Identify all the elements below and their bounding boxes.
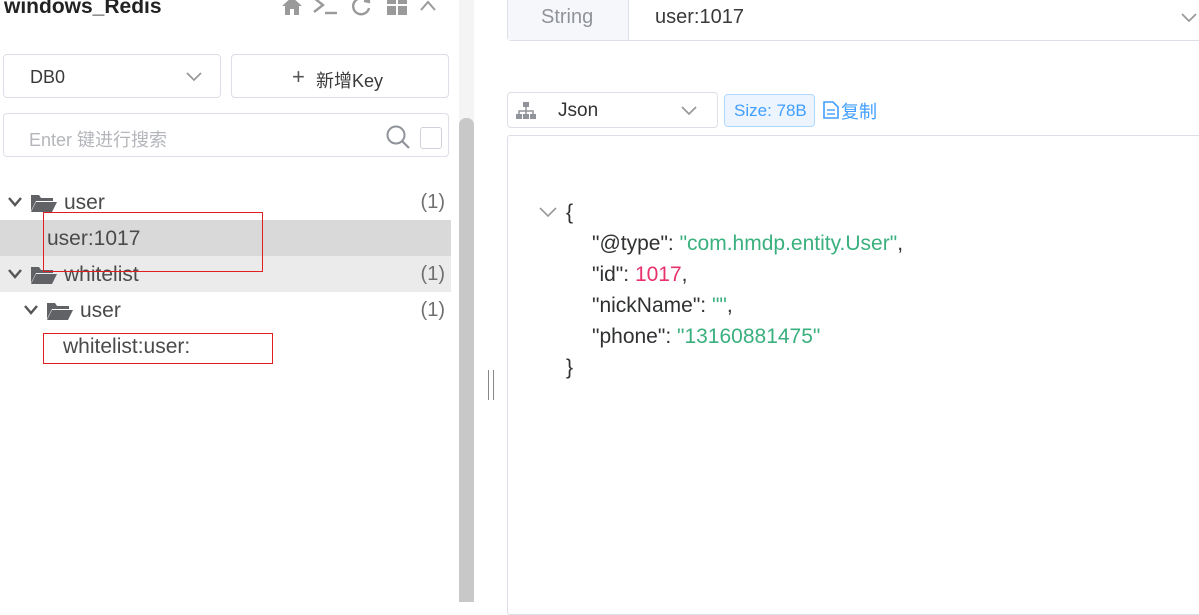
chevron-down-icon[interactable] bbox=[7, 195, 23, 214]
json-open-brace: { bbox=[566, 201, 574, 224]
tree-count: (1) bbox=[420, 263, 445, 285]
tree-label: whitelist:user: bbox=[63, 335, 191, 358]
json-value: "13160881475" bbox=[676, 325, 821, 348]
tree-label: user bbox=[80, 299, 121, 322]
chevron-down-icon bbox=[679, 103, 699, 124]
folder-open-icon bbox=[46, 301, 74, 326]
copy-label: 复制 bbox=[841, 102, 877, 122]
tree-count: (1) bbox=[420, 299, 445, 321]
connection-title: windows_Redis bbox=[4, 0, 162, 18]
json-line: "phone": "13160881475" bbox=[592, 325, 820, 349]
add-key-button[interactable]: + 新增Key bbox=[231, 54, 449, 98]
json-line: "id": 1017, bbox=[592, 263, 688, 287]
type-label: String bbox=[541, 6, 594, 28]
search-icon[interactable] bbox=[385, 124, 411, 155]
json-line: "@type": "com.hmdp.entity.User", bbox=[592, 232, 903, 256]
format-value: Json bbox=[558, 100, 599, 121]
chevron-down-icon[interactable] bbox=[23, 303, 39, 322]
tree-key-user-1017[interactable]: user:1017 bbox=[0, 220, 451, 256]
tree-label: whitelist bbox=[64, 263, 139, 286]
json-line: "nickName": "", bbox=[592, 294, 733, 318]
scrollbar-thumb[interactable] bbox=[459, 118, 474, 602]
refresh-icon[interactable] bbox=[349, 0, 373, 20]
json-viewer[interactable] bbox=[507, 135, 1199, 615]
resize-handle[interactable] bbox=[488, 370, 494, 400]
json-colon: : bbox=[700, 294, 712, 317]
chevron-down-icon bbox=[184, 67, 204, 92]
json-value: "" bbox=[711, 294, 727, 317]
json-colon: : bbox=[665, 325, 677, 348]
json-key: "@type" bbox=[592, 232, 668, 255]
db-select[interactable]: DB0 bbox=[3, 54, 221, 98]
tree-folder-whitelist[interactable]: whitelist (1) bbox=[0, 256, 451, 292]
tree-key-whitelist-user[interactable]: whitelist:user: bbox=[0, 328, 451, 364]
plus-icon: + bbox=[292, 64, 305, 89]
json-value: 1017 bbox=[634, 263, 682, 286]
json-key: "phone" bbox=[592, 325, 666, 348]
tree-folder-user[interactable]: user (1) bbox=[0, 184, 451, 220]
json-colon: : bbox=[623, 263, 635, 286]
home-icon[interactable] bbox=[280, 0, 304, 20]
json-key: "id" bbox=[592, 263, 624, 286]
chevron-down-icon[interactable] bbox=[7, 267, 23, 286]
tree-folder-whitelist-user[interactable]: user (1) bbox=[0, 292, 451, 328]
type-tag: String bbox=[508, 0, 629, 40]
json-comma: , bbox=[726, 294, 733, 317]
grid-icon[interactable] bbox=[385, 0, 409, 20]
json-comma: , bbox=[681, 263, 688, 286]
collapse-chevron-icon[interactable] bbox=[538, 204, 558, 225]
terminal-icon[interactable] bbox=[312, 0, 337, 20]
document-icon bbox=[823, 101, 839, 124]
add-key-label: 新增Key bbox=[316, 71, 384, 91]
tree-count: (1) bbox=[420, 191, 445, 213]
db-select-value: DB0 bbox=[30, 67, 66, 87]
hierarchy-icon bbox=[516, 102, 536, 125]
json-value: "com.hmdp.entity.User" bbox=[679, 232, 898, 255]
json-colon: : bbox=[667, 232, 680, 255]
key-browser-panel: windows_Redis DB0 + 新增Key Enter 键进行搜索 us… bbox=[0, 0, 459, 602]
json-close-brace: } bbox=[566, 356, 574, 379]
size-badge: Size: 78B bbox=[724, 94, 815, 127]
json-key: "nickName" bbox=[592, 294, 701, 317]
tree-label: user bbox=[64, 191, 105, 214]
exact-match-checkbox[interactable] bbox=[420, 127, 442, 149]
search-input[interactable]: Enter 键进行搜索 bbox=[29, 126, 167, 152]
chevron-up-icon[interactable] bbox=[416, 0, 440, 20]
json-comma: , bbox=[897, 232, 904, 255]
folder-open-icon bbox=[30, 193, 58, 218]
key-name-input[interactable]: user:1017 bbox=[655, 6, 744, 29]
format-select[interactable]: Json bbox=[507, 92, 718, 128]
search-box[interactable]: Enter 键进行搜索 bbox=[3, 113, 449, 157]
size-label: Size: 78B bbox=[734, 101, 807, 120]
chevron-down-icon[interactable] bbox=[1180, 10, 1198, 31]
tree-label: user:1017 bbox=[47, 227, 141, 250]
folder-open-icon bbox=[30, 265, 58, 290]
